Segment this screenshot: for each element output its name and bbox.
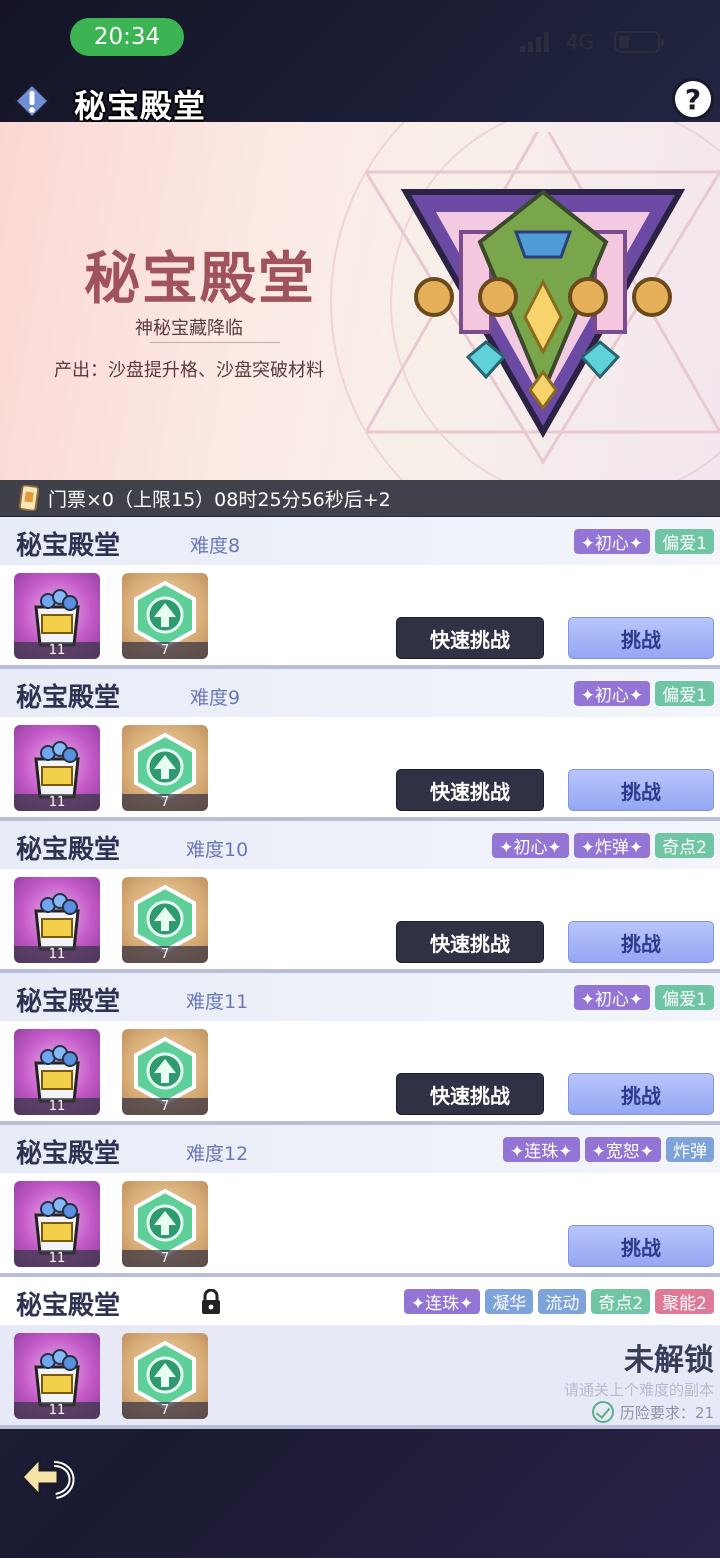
- modifier-tag[interactable]: ✦炸弹✦: [573, 833, 651, 858]
- modifier-tag[interactable]: ✦初心✦: [573, 985, 651, 1010]
- reward-item-upgrade-gem[interactable]: 7: [122, 1333, 208, 1419]
- modifier-tag[interactable]: 偏爱1: [655, 985, 714, 1010]
- banner: 秘宝殿堂 神秘宝藏降临 产出：沙盘提升格、沙盘突破材料: [0, 122, 720, 480]
- quick-challenge-button[interactable]: 快速挑战: [396, 921, 544, 963]
- challenge-button[interactable]: 挑战: [568, 921, 714, 963]
- row-title: 秘宝殿堂: [16, 683, 121, 713]
- difficulty-row: 秘宝殿堂 难度12 ✦连珠✦ ✦宽恕✦ 炸弹 11 7 挑战: [0, 1125, 720, 1277]
- reward-item-upgrade-gem[interactable]: 7: [122, 725, 208, 811]
- modifier-tag[interactable]: ✦宽恕✦: [584, 1137, 661, 1162]
- difficulty-label: 难度9: [190, 687, 241, 709]
- modifier-tag[interactable]: 炸弹: [666, 1137, 714, 1162]
- banner-divider: [150, 342, 280, 343]
- ticket-text: 门票×0（上限15）08时25分56秒后+2: [48, 488, 391, 511]
- quick-challenge-button[interactable]: 快速挑战: [396, 1073, 544, 1115]
- locked-title: 未解锁: [624, 1343, 714, 1378]
- reward-item-gem-box[interactable]: 11: [14, 1333, 100, 1419]
- locked-hint: 请通关上个难度的副本: [563, 1381, 714, 1399]
- battery-icon: [614, 31, 664, 53]
- modifier-tag[interactable]: 凝华: [485, 1289, 534, 1314]
- reward-item-upgrade-gem[interactable]: 7: [122, 877, 208, 963]
- item-count: 11: [14, 946, 100, 963]
- item-count: 11: [14, 642, 100, 659]
- item-count: 11: [14, 794, 100, 811]
- modifier-tag[interactable]: 流动: [538, 1289, 587, 1314]
- item-count: 11: [14, 1402, 100, 1419]
- back-arrow-icon[interactable]: [18, 1446, 80, 1508]
- modifier-tags: ✦连珠✦ 凝华 流动 奇点2 聚能2: [403, 1289, 714, 1314]
- network-label: 4G: [566, 30, 595, 54]
- modifier-tags: ✦初心✦ ✦炸弹✦ 奇点2: [492, 833, 714, 858]
- difficulty-label: 难度8: [190, 535, 241, 557]
- row-title: 秘宝殿堂: [16, 835, 121, 865]
- reward-item-gem-box[interactable]: 11: [14, 725, 100, 811]
- quick-challenge-button[interactable]: 快速挑战: [396, 617, 544, 659]
- status-time: 20:34: [70, 18, 184, 56]
- modifier-tag[interactable]: ✦初心✦: [573, 529, 651, 554]
- requirement-text: 历险要求：21: [619, 1403, 714, 1422]
- ticket-icon: [18, 485, 40, 511]
- page-title: 秘宝殿堂: [74, 87, 207, 125]
- check-icon: [591, 1401, 614, 1423]
- row-title: 秘宝殿堂: [16, 1291, 121, 1321]
- reward-item-upgrade-gem[interactable]: 7: [122, 1181, 208, 1267]
- reward-item-gem-box[interactable]: 11: [14, 573, 100, 659]
- banner-subtitle: 神秘宝藏降临: [135, 318, 243, 339]
- signal-icon: [520, 30, 549, 52]
- modifier-tag[interactable]: 奇点2: [655, 833, 714, 858]
- reward-item-upgrade-gem[interactable]: 7: [122, 1029, 208, 1115]
- modifier-tag[interactable]: ✦连珠✦: [403, 1289, 481, 1314]
- item-count: 7: [122, 794, 208, 811]
- row-title: 秘宝殿堂: [16, 531, 121, 561]
- difficulty-row: 秘宝殿堂 ✦连珠✦ 凝华 流动 奇点2 聚能2 11 7 未解锁请通关上个难度的副本历险要求：2…: [0, 1277, 720, 1429]
- modifier-tag[interactable]: 偏爱1: [655, 681, 714, 706]
- item-count: 7: [122, 1250, 208, 1267]
- modifier-tag[interactable]: 偏爱1: [655, 529, 714, 554]
- help-button[interactable]: ?: [672, 78, 714, 120]
- banner-description: 产出：沙盘提升格、沙盘突破材料: [54, 360, 324, 381]
- difficulty-label: 难度11: [186, 991, 249, 1013]
- difficulty-list: 秘宝殿堂 难度8 ✦初心✦ 偏爱1 11 7 快速挑战 挑战 秘宝殿堂 难度9 ✦初心✦ 偏爱1 11 7…: [0, 517, 720, 1429]
- difficulty-row: 秘宝殿堂 难度10 ✦初心✦ ✦炸弹✦ 奇点2 11 7 快速挑战 挑战: [0, 821, 720, 973]
- temple-emblem-icon: [366, 132, 720, 465]
- quick-challenge-button[interactable]: 快速挑战: [396, 769, 544, 811]
- challenge-button[interactable]: 挑战: [568, 769, 714, 811]
- alert-icon[interactable]: [13, 82, 51, 120]
- difficulty-row: 秘宝殿堂 难度9 ✦初心✦ 偏爱1 11 7 快速挑战 挑战: [0, 669, 720, 821]
- item-count: 7: [122, 1098, 208, 1115]
- modifier-tag[interactable]: 聚能2: [655, 1289, 714, 1314]
- status-bar: 20:34 4G: [0, 0, 720, 70]
- challenge-button[interactable]: 挑战: [568, 1073, 714, 1115]
- reward-item-gem-box[interactable]: 11: [14, 1181, 100, 1267]
- challenge-button[interactable]: 挑战: [568, 1225, 714, 1267]
- item-count: 7: [122, 946, 208, 963]
- modifier-tag[interactable]: ✦初心✦: [492, 833, 569, 858]
- row-title: 秘宝殿堂: [16, 1139, 121, 1169]
- modifier-tags: ✦初心✦ 偏爱1: [573, 681, 714, 706]
- difficulty-row: 秘宝殿堂 难度8 ✦初心✦ 偏爱1 11 7 快速挑战 挑战: [0, 517, 720, 669]
- reward-item-upgrade-gem[interactable]: 7: [122, 573, 208, 659]
- banner-title: 秘宝殿堂: [84, 246, 316, 312]
- difficulty-label: 难度10: [186, 839, 249, 861]
- modifier-tag[interactable]: ✦连珠✦: [503, 1137, 580, 1162]
- modifier-tag[interactable]: 奇点2: [591, 1289, 651, 1314]
- row-title: 秘宝殿堂: [16, 987, 121, 1017]
- modifier-tags: ✦初心✦ 偏爱1: [573, 529, 714, 554]
- item-count: 7: [122, 1402, 208, 1419]
- item-count: 11: [14, 1098, 100, 1115]
- difficulty-row: 秘宝殿堂 难度11 ✦初心✦ 偏爱1 11 7 快速挑战 挑战: [0, 973, 720, 1125]
- modifier-tag[interactable]: ✦初心✦: [573, 681, 651, 706]
- item-count: 7: [122, 642, 208, 659]
- difficulty-label: 难度12: [186, 1143, 249, 1165]
- lock-icon: [202, 1289, 220, 1314]
- challenge-button[interactable]: 挑战: [568, 617, 714, 659]
- reward-item-gem-box[interactable]: 11: [14, 1029, 100, 1115]
- modifier-tags: ✦初心✦ 偏爱1: [573, 985, 714, 1010]
- reward-item-gem-box[interactable]: 11: [14, 877, 100, 963]
- locked-requirement: 历险要求：21: [591, 1401, 714, 1423]
- header: 秘宝殿堂 ?: [0, 76, 720, 126]
- modifier-tags: ✦连珠✦ ✦宽恕✦ 炸弹: [503, 1137, 714, 1162]
- ticket-bar: 门票×0（上限15）08时25分56秒后+2: [0, 480, 720, 516]
- item-count: 11: [14, 1250, 100, 1267]
